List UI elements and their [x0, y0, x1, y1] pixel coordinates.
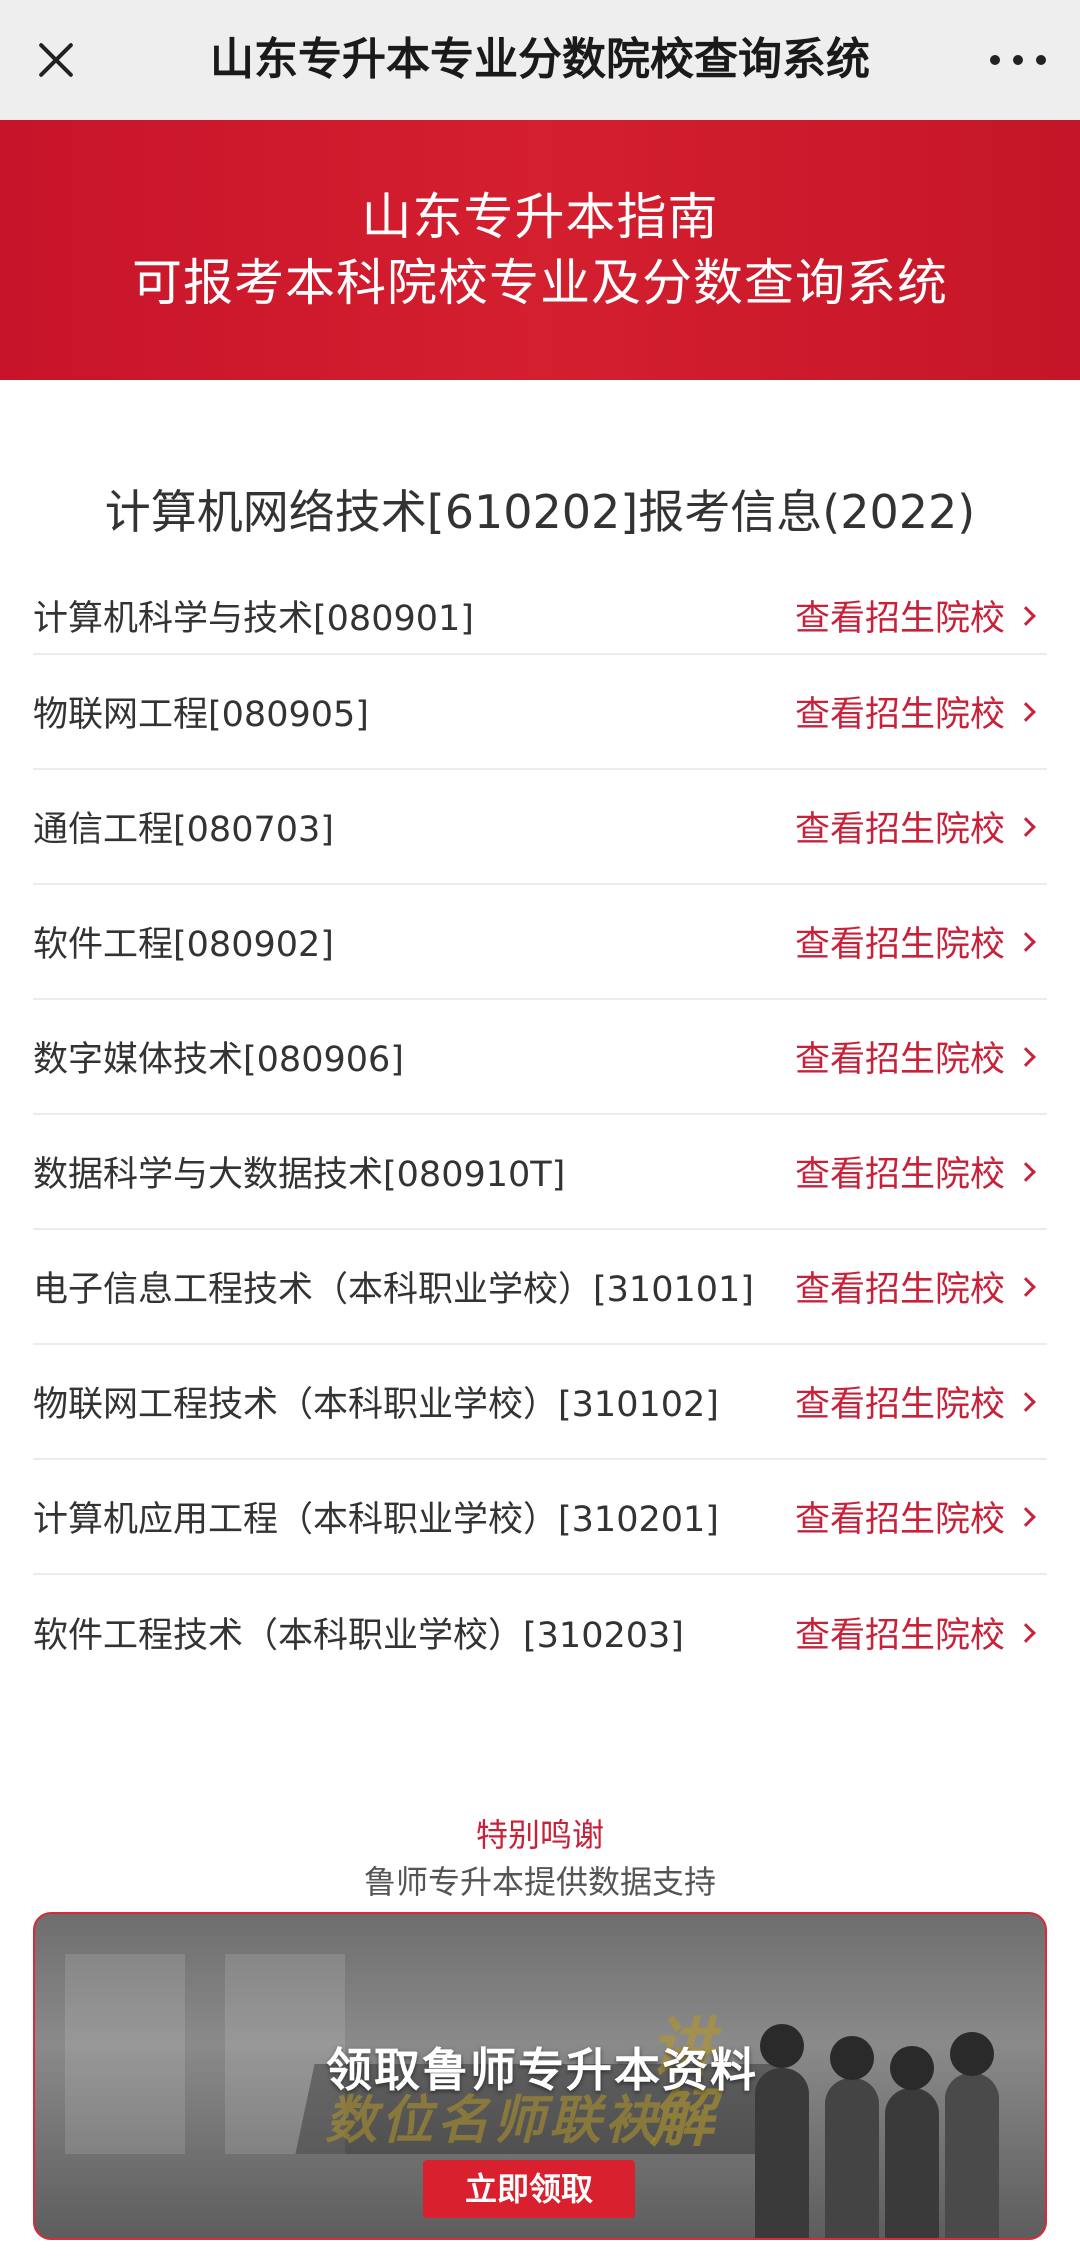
chevron-right-icon — [1016, 1506, 1036, 1527]
view-schools-link[interactable]: 查看招生院校 — [795, 1607, 1036, 1658]
chevron-right-icon — [1016, 1046, 1036, 1067]
major-name: 数据科学与大数据技术[080910T] — [33, 1155, 566, 1195]
promo-banner[interactable]: 数位名师联袂 讲解 领取鲁师专升本资料 立即领取 — [33, 1912, 1047, 2240]
major-name: 电子信息工程技术（本科职业学校）[310101] — [33, 1270, 754, 1310]
student-figure — [825, 2078, 879, 2238]
list-item: 软件工程技术（本科职业学校）[310203] 查看招生院校 — [33, 1575, 1047, 1690]
view-schools-link[interactable]: 查看招生院校 — [795, 686, 1036, 737]
chevron-right-icon — [1016, 1622, 1036, 1643]
title-bar: 山东专升本专业分数院校查询系统 — [0, 0, 1080, 120]
list-item: 计算机科学与技术[080901] 查看招生院校 — [33, 570, 1047, 655]
chevron-right-icon — [1016, 1161, 1036, 1182]
list-item: 数据科学与大数据技术[080910T] 查看招生院校 — [33, 1115, 1047, 1230]
major-name: 数字媒体技术[080906] — [33, 1040, 404, 1080]
major-name: 软件工程技术（本科职业学校）[310203] — [33, 1616, 684, 1656]
chevron-right-icon — [1016, 605, 1036, 626]
section-title: 计算机网络技术[610202]报考信息(2022) — [104, 485, 976, 539]
view-schools-link[interactable]: 查看招生院校 — [795, 590, 1036, 641]
header-banner: 山东专升本指南 可报考本科院校专业及分数查询系统 — [0, 120, 1080, 380]
page-title: 山东专升本专业分数院校查询系统 — [210, 34, 870, 85]
chevron-right-icon — [1016, 1276, 1036, 1297]
list-item: 通信工程[080703] 查看招生院校 — [33, 770, 1047, 885]
chevron-right-icon — [1016, 701, 1036, 722]
view-schools-link[interactable]: 查看招生院校 — [795, 1031, 1036, 1082]
list-item: 电子信息工程技术（本科职业学校）[310101] 查看招生院校 — [33, 1230, 1047, 1345]
thanks-subtitle: 鲁师专升本提供数据支持 — [363, 1863, 716, 1901]
close-icon[interactable] — [26, 30, 86, 90]
major-name: 物联网工程技术（本科职业学校）[310102] — [33, 1385, 719, 1425]
view-schools-link[interactable]: 查看招生院校 — [795, 1376, 1036, 1427]
list-item: 计算机应用工程（本科职业学校）[310201] 查看招生院校 — [33, 1460, 1047, 1575]
list-item: 物联网工程技术（本科职业学校）[310102] 查看招生院校 — [33, 1345, 1047, 1460]
major-name: 物联网工程[080905] — [33, 695, 369, 735]
major-name: 通信工程[080703] — [33, 810, 334, 850]
list-item: 数字媒体技术[080906] 查看招生院校 — [33, 1000, 1047, 1115]
chevron-right-icon — [1016, 1391, 1036, 1412]
view-schools-link[interactable]: 查看招生院校 — [795, 1261, 1036, 1312]
student-figure — [885, 2088, 939, 2238]
view-schools-link[interactable]: 查看招生院校 — [795, 1491, 1036, 1542]
promo-title: 领取鲁师专升本资料 — [326, 2043, 758, 2097]
major-name: 计算机科学与技术[080901] — [33, 599, 474, 639]
claim-now-button[interactable]: 立即领取 — [423, 2160, 635, 2218]
banner-title-line1: 山东专升本指南 — [361, 188, 719, 246]
major-name: 计算机应用工程（本科职业学校）[310201] — [33, 1500, 719, 1540]
view-schools-link[interactable]: 查看招生院校 — [795, 1146, 1036, 1197]
thanks-title: 特别鸣谢 — [475, 1816, 604, 1854]
chevron-right-icon — [1016, 816, 1036, 837]
list-item: 物联网工程[080905] 查看招生院校 — [33, 655, 1047, 770]
view-schools-link[interactable]: 查看招生院校 — [795, 801, 1036, 852]
chevron-right-icon — [1016, 931, 1036, 952]
banner-title-line2: 可报考本科院校专业及分数查询系统 — [132, 254, 948, 312]
more-options-icon[interactable] — [990, 40, 1046, 80]
major-list: 计算机科学与技术[080901] 查看招生院校 物联网工程[080905] 查看… — [33, 570, 1047, 1690]
list-item: 软件工程[080902] 查看招生院校 — [33, 885, 1047, 1000]
major-name: 软件工程[080902] — [33, 925, 334, 965]
view-schools-link[interactable]: 查看招生院校 — [795, 916, 1036, 967]
